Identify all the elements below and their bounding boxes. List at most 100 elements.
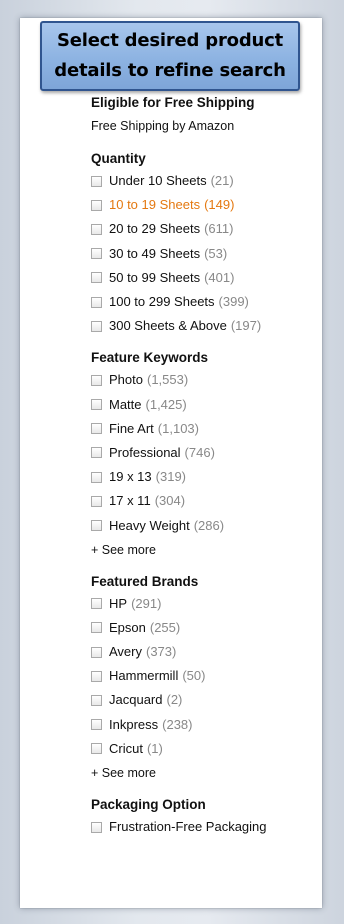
brand-option-hp[interactable]: HP (291) xyxy=(91,592,319,616)
option-label: 50 to 99 Sheets xyxy=(109,269,201,285)
feature-keywords-section: Feature Keywords Photo (1,553) Matte (1,… xyxy=(91,348,319,561)
brand-option-hammermill[interactable]: Hammermill (50) xyxy=(91,664,319,688)
option-count: (149) xyxy=(204,197,235,213)
checkbox-icon[interactable] xyxy=(91,694,102,706)
brand-option-inkpress[interactable]: Inkpress (238) xyxy=(91,713,319,737)
option-label: Epson xyxy=(109,619,146,635)
option-count: (238) xyxy=(162,716,193,732)
option-label: 20 to 29 Sheets xyxy=(109,221,201,237)
keyword-option-17x11[interactable]: 17 x 11 (304) xyxy=(91,489,319,513)
brand-option-cricut[interactable]: Cricut (1) xyxy=(91,737,319,761)
keyword-option-19x13[interactable]: 19 x 13 (319) xyxy=(91,465,319,489)
free-shipping-heading: Eligible for Free Shipping xyxy=(91,95,255,110)
keywords-see-more-link[interactable]: + See more xyxy=(91,538,319,562)
option-count: (1,553) xyxy=(146,372,189,388)
packaging-heading: Packaging Option xyxy=(91,796,206,812)
brand-option-epson[interactable]: Epson (255) xyxy=(91,616,319,640)
quantity-option-under-10[interactable]: Under 10 Sheets (21) xyxy=(91,169,319,193)
checkbox-icon[interactable] xyxy=(91,320,102,332)
checkbox-icon[interactable] xyxy=(91,374,102,386)
checkbox-icon[interactable] xyxy=(91,423,102,435)
option-count: (373) xyxy=(146,644,177,660)
keyword-option-professional[interactable]: Professional (746) xyxy=(91,441,319,465)
option-label: 17 x 11 xyxy=(109,493,151,509)
option-label: Avery xyxy=(109,644,142,660)
option-label: Fine Art xyxy=(109,420,154,436)
checkbox-icon[interactable] xyxy=(91,175,102,187)
option-label: Hammermill xyxy=(109,668,179,684)
option-count: (611) xyxy=(204,221,234,237)
quantity-option-300-and-above[interactable]: 300 Sheets & Above (197) xyxy=(91,314,319,338)
option-count: (1) xyxy=(146,740,163,756)
brands-see-more-link[interactable]: + See more xyxy=(91,761,319,785)
packaging-section: Packaging Option Frustration-Free Packag… xyxy=(91,795,319,839)
option-label: Heavy Weight xyxy=(109,517,190,533)
quantity-heading: Quantity xyxy=(91,151,146,166)
option-count: (21) xyxy=(210,173,234,189)
checkbox-icon[interactable] xyxy=(91,223,102,235)
keyword-option-fine-art[interactable]: Fine Art (1,103) xyxy=(91,417,319,441)
brand-option-avery[interactable]: Avery (373) xyxy=(91,640,319,664)
quantity-option-10-to-19[interactable]: 10 to 19 Sheets (149) xyxy=(91,193,319,217)
quantity-section: Quantity Under 10 Sheets (21) 10 to 19 S… xyxy=(91,149,319,338)
option-label: 10 to 19 Sheets xyxy=(109,197,201,213)
option-label: Inkpress xyxy=(109,716,159,732)
checkbox-icon[interactable] xyxy=(91,495,102,507)
keyword-option-heavy-weight[interactable]: Heavy Weight (286) xyxy=(91,513,319,537)
option-label: 100 to 299 Sheets xyxy=(109,294,215,310)
option-count: (319) xyxy=(155,469,187,485)
option-label: Photo xyxy=(109,372,143,388)
option-label: 30 to 49 Sheets xyxy=(109,245,201,261)
checkbox-icon[interactable] xyxy=(91,719,102,731)
option-count: (53) xyxy=(204,245,228,261)
feature-keywords-heading: Feature Keywords xyxy=(91,350,209,366)
featured-brands-section: Featured Brands HP (291) Epson (255) Ave… xyxy=(91,572,319,785)
option-count: (50) xyxy=(182,668,206,684)
quantity-option-30-to-49[interactable]: 30 to 49 Sheets (53) xyxy=(91,242,319,266)
quantity-option-100-to-299[interactable]: 100 to 299 Sheets (399) xyxy=(91,290,319,314)
checkbox-icon[interactable] xyxy=(91,598,102,610)
option-count: (291) xyxy=(131,595,162,611)
option-count: (1,103) xyxy=(157,420,199,436)
checkbox-icon[interactable] xyxy=(91,622,102,634)
option-count: (399) xyxy=(218,294,249,310)
checkbox-icon[interactable] xyxy=(91,399,102,411)
checkbox-icon[interactable] xyxy=(91,199,102,211)
brand-option-jacquard[interactable]: Jacquard (2) xyxy=(91,688,319,712)
checkbox-icon[interactable] xyxy=(91,447,102,459)
keyword-option-photo[interactable]: Photo (1,553) xyxy=(91,368,319,392)
option-label: HP xyxy=(109,595,128,611)
option-count: (401) xyxy=(204,269,235,285)
quantity-option-20-to-29[interactable]: 20 to 29 Sheets (611) xyxy=(91,217,319,241)
option-count: (1,425) xyxy=(145,396,187,412)
option-count: (255) xyxy=(149,619,181,635)
callout-line-2: details to refine search xyxy=(54,60,286,81)
checkbox-icon[interactable] xyxy=(91,272,102,284)
checkbox-icon[interactable] xyxy=(91,821,102,833)
option-count: (197) xyxy=(230,318,262,334)
option-count: (286) xyxy=(193,517,225,533)
checkbox-icon[interactable] xyxy=(91,520,102,532)
option-label: Matte xyxy=(109,396,142,412)
checkbox-icon[interactable] xyxy=(91,646,102,658)
option-count: (304) xyxy=(154,493,186,509)
instruction-callout: Select desired product details to refine… xyxy=(40,21,300,91)
option-label: Under 10 Sheets xyxy=(109,173,207,189)
option-label: 19 x 13 xyxy=(109,469,152,485)
checkbox-icon[interactable] xyxy=(91,471,102,483)
quantity-option-50-to-99[interactable]: 50 to 99 Sheets (401) xyxy=(91,266,319,290)
option-label: Jacquard xyxy=(109,692,163,708)
checkbox-icon[interactable] xyxy=(91,743,102,755)
keyword-option-matte[interactable]: Matte (1,425) xyxy=(91,393,319,417)
option-count: (2) xyxy=(166,692,183,708)
checkbox-icon[interactable] xyxy=(91,248,102,260)
packaging-option-frustration-free[interactable]: Frustration-Free Packaging xyxy=(91,815,319,839)
refinement-list: Eligible for Free Shipping Free Shipping… xyxy=(91,93,319,849)
featured-brands-heading: Featured Brands xyxy=(91,573,199,589)
checkbox-icon[interactable] xyxy=(91,670,102,682)
checkbox-icon[interactable] xyxy=(91,296,102,308)
option-label: Professional xyxy=(109,444,181,460)
option-label: Frustration-Free Packaging xyxy=(109,819,267,835)
free-shipping-section: Eligible for Free Shipping Free Shipping… xyxy=(91,93,319,139)
free-shipping-by-amazon-link[interactable]: Free Shipping by Amazon xyxy=(91,113,319,139)
